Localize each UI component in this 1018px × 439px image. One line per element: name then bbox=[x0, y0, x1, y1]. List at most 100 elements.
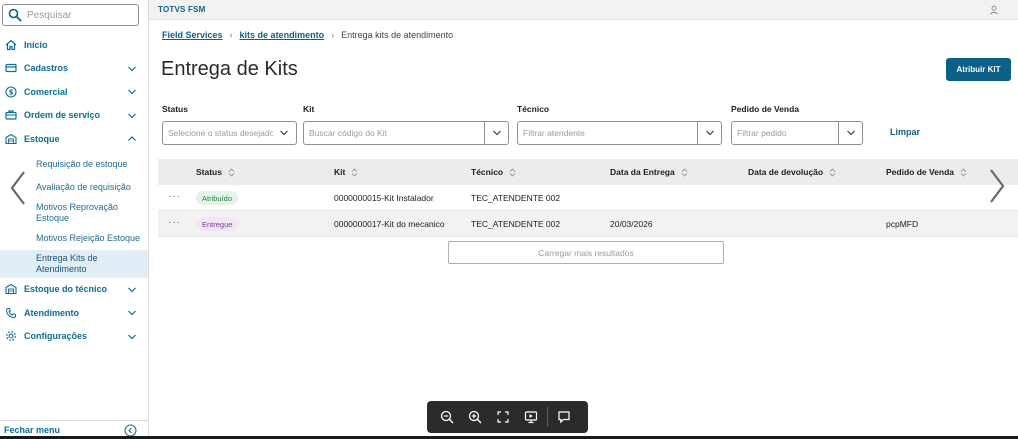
sidebar-item-configuracoes[interactable]: Configurações bbox=[0, 325, 148, 349]
column-header-tecnico[interactable]: Técnico bbox=[471, 167, 516, 177]
sidebar-item-estoque[interactable]: Estoque bbox=[0, 127, 148, 151]
sidebar-subitem-label: Avaliação de requisição bbox=[36, 181, 131, 192]
cell-tecnico: TEC_ATENDENTE 002 bbox=[471, 193, 561, 203]
fullscreen-icon bbox=[497, 411, 509, 423]
load-more-button[interactable]: Carregar mais resultados bbox=[448, 241, 724, 264]
tecnico-filter-label: Técnico bbox=[517, 104, 550, 114]
column-header-label: Técnico bbox=[471, 167, 504, 177]
sidebar-item-cadastros[interactable]: Cadastros bbox=[0, 57, 148, 81]
presentation-icon bbox=[524, 411, 538, 424]
chevron-down-icon[interactable] bbox=[484, 122, 508, 144]
tecnico-filter[interactable] bbox=[517, 121, 722, 145]
breadcrumb-separator: › bbox=[331, 30, 335, 40]
sort-icon bbox=[352, 167, 358, 177]
chevron-down-icon[interactable] bbox=[697, 122, 721, 144]
fullscreen-button[interactable] bbox=[489, 401, 517, 433]
chevron-down-icon bbox=[128, 89, 136, 95]
svg-text:$: $ bbox=[9, 88, 14, 96]
status-filter[interactable] bbox=[162, 121, 297, 145]
column-header-label: Pedido de Venda bbox=[886, 167, 955, 177]
column-header-label: Kit bbox=[334, 167, 346, 177]
chevron-down-icon bbox=[128, 310, 136, 316]
pedido-filter-input[interactable] bbox=[732, 122, 836, 144]
sort-icon bbox=[960, 167, 967, 177]
sidebar-item-label: Cadastros bbox=[24, 63, 69, 74]
zoom-out-icon bbox=[440, 410, 454, 424]
sidebar-item-label: Configurações bbox=[24, 331, 88, 342]
kit-filter[interactable] bbox=[303, 121, 509, 145]
toolbar-divider bbox=[547, 407, 548, 427]
column-header-data-devolucao[interactable]: Data de devolução bbox=[748, 167, 836, 177]
tecnico-filter-input[interactable] bbox=[518, 122, 695, 144]
gear-icon bbox=[5, 330, 17, 342]
sidebar-item-label: Estoque bbox=[24, 133, 60, 144]
sidebar-item-ordem-de-servico[interactable]: Ordem de serviço bbox=[0, 104, 148, 128]
sidebar-item-label: Atendimento bbox=[24, 307, 79, 318]
kits-table: Status Kit Técnico Data da Entrega Data … bbox=[158, 159, 1018, 237]
sort-icon bbox=[681, 167, 688, 177]
column-header-pedido-venda[interactable]: Pedido de Venda bbox=[886, 167, 967, 177]
status-filter-input[interactable] bbox=[163, 122, 273, 144]
sidebar-item-comercial[interactable]: $ Comercial bbox=[0, 80, 148, 104]
breadcrumb: Field Services › kits de atendimento › E… bbox=[162, 30, 453, 40]
table-row[interactable]: ··· Atribuído 0000000015-Kit Instalador … bbox=[158, 185, 1018, 211]
breadcrumb-separator: › bbox=[229, 30, 233, 40]
sort-icon bbox=[509, 167, 516, 177]
column-header-kit[interactable]: Kit bbox=[334, 167, 358, 177]
chevron-left-icon[interactable] bbox=[6, 168, 30, 208]
sidebar-subitem-label: Entrega Kits de Atendimento bbox=[36, 252, 98, 274]
chevron-down-icon[interactable] bbox=[272, 122, 296, 144]
cell-pedido-venda: pcpMFD bbox=[886, 219, 919, 229]
sort-icon bbox=[228, 167, 235, 177]
app-title: TOTVS FSM bbox=[158, 5, 206, 14]
chevron-up-icon bbox=[128, 136, 136, 141]
column-header-status[interactable]: Status bbox=[196, 167, 235, 177]
table-row[interactable]: ··· Entregue 0000000017-Kit do mecanico … bbox=[158, 211, 1018, 237]
user-icon[interactable] bbox=[988, 4, 1000, 16]
clear-filters-link[interactable]: Limpar bbox=[890, 127, 920, 137]
presentation-button[interactable] bbox=[517, 401, 545, 433]
table-header: Status Kit Técnico Data da Entrega Data … bbox=[158, 159, 1018, 185]
sidebar-subitem-label: Motivos Reprovação Estoque bbox=[36, 201, 119, 223]
sidebar-search-input[interactable] bbox=[27, 9, 127, 21]
zoom-in-icon bbox=[468, 410, 482, 424]
column-header-label: Data de devolução bbox=[748, 167, 824, 177]
sidebar-item-inicio[interactable]: Início bbox=[0, 33, 148, 57]
sidebar-search[interactable] bbox=[2, 4, 139, 26]
pedido-filter[interactable] bbox=[731, 121, 863, 145]
chevron-down-icon bbox=[128, 66, 136, 71]
row-actions-icon[interactable]: ··· bbox=[168, 191, 181, 202]
sidebar-subitem-label: Requisição de estoque bbox=[36, 158, 128, 169]
comment-icon bbox=[558, 411, 570, 424]
zoom-out-button[interactable] bbox=[433, 401, 461, 433]
sidebar-item-estoque-do-tecnico[interactable]: Estoque do técnico bbox=[0, 278, 148, 302]
chevron-down-icon bbox=[128, 113, 136, 118]
search-icon bbox=[8, 8, 22, 22]
sidebar-subitem-label: Motivos Rejeição Estoque bbox=[36, 232, 141, 243]
sort-icon bbox=[829, 167, 836, 177]
sidebar-item-label: Comercial bbox=[24, 86, 68, 97]
warehouse-icon bbox=[5, 283, 17, 295]
home-icon bbox=[5, 39, 17, 51]
viewer-toolbar bbox=[427, 401, 588, 433]
chevron-right-icon[interactable] bbox=[985, 166, 1009, 206]
sidebar-item-atendimento[interactable]: Atendimento bbox=[0, 301, 148, 325]
column-header-data-entrega[interactable]: Data da Entrega bbox=[610, 167, 688, 177]
breadcrumb-kits[interactable]: kits de atendimento bbox=[240, 30, 325, 40]
zoom-in-button[interactable] bbox=[461, 401, 489, 433]
dollar-icon: $ bbox=[5, 86, 17, 98]
assign-kit-button[interactable]: Atribuir KIT bbox=[946, 58, 1011, 81]
chevron-down-icon[interactable] bbox=[838, 122, 862, 144]
cell-tecnico: TEC_ATENDENTE 002 bbox=[471, 219, 561, 229]
status-badge: Entregue bbox=[196, 217, 239, 231]
comment-button[interactable] bbox=[550, 401, 578, 433]
phone-icon bbox=[5, 307, 17, 319]
kit-filter-label: Kit bbox=[303, 104, 315, 114]
sidebar-subitem-motivos-rejeicao[interactable]: Motivos Rejeição Estoque bbox=[0, 227, 148, 250]
breadcrumb-field-services[interactable]: Field Services bbox=[162, 30, 223, 40]
chevron-down-icon bbox=[128, 334, 136, 339]
sidebar-subitem-entrega-kits[interactable]: Entrega Kits de Atendimento bbox=[0, 249, 148, 278]
kit-filter-input[interactable] bbox=[304, 122, 482, 144]
row-actions-icon[interactable]: ··· bbox=[168, 217, 181, 228]
warehouse-icon bbox=[5, 133, 17, 145]
